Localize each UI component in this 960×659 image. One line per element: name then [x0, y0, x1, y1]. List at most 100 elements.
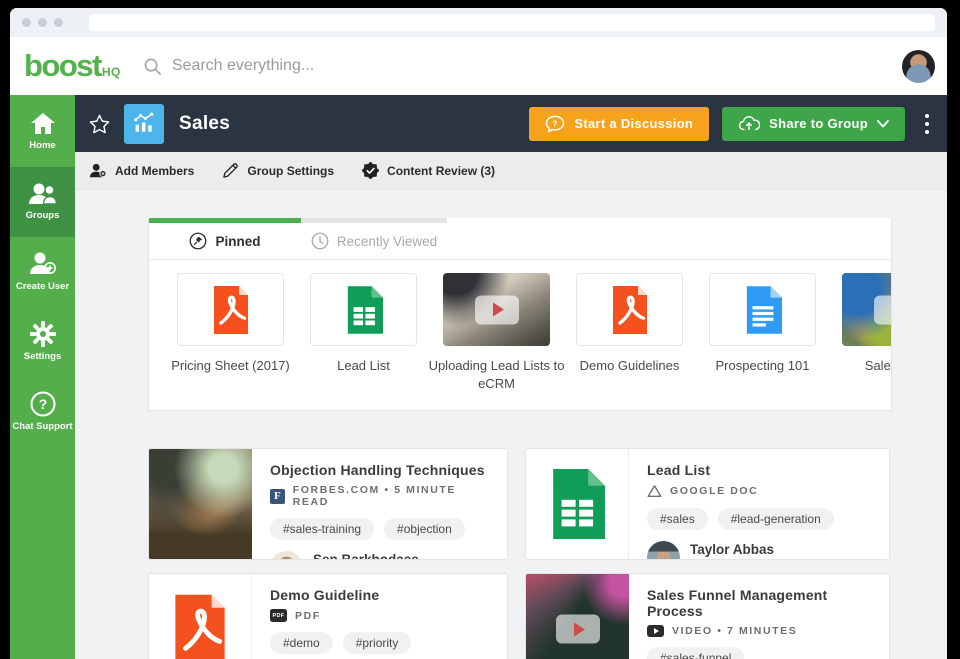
window-controls[interactable]	[22, 18, 63, 27]
sidebar-item-settings[interactable]: Settings	[10, 307, 75, 377]
author-name: Taylor Abbas	[690, 542, 774, 559]
video-thumbnail	[443, 273, 550, 346]
group-title: Sales	[179, 113, 230, 135]
pinned-item[interactable]: Salesforce	[842, 273, 892, 393]
group-content: Pinned Recently Viewed	[75, 190, 947, 659]
forbes-icon: F	[270, 489, 285, 504]
content-card[interactable]: NSUMERS & USERS Sales Funnel Management …	[525, 573, 890, 659]
group-settings-button[interactable]: Group Settings	[222, 162, 334, 179]
content-review-button[interactable]: Content Review (3)	[362, 162, 495, 179]
card-source: PDF PDF	[270, 609, 493, 622]
google-sheets-icon	[310, 273, 417, 346]
tag-pill[interactable]: #sales-training	[270, 518, 374, 540]
window-minimize-icon[interactable]	[38, 18, 47, 27]
pinned-item-label: Salesforce	[827, 357, 893, 375]
content-card[interactable]: Demo Guideline PDF PDF #demo #priority	[148, 573, 508, 659]
tag-pill[interactable]: #objection	[384, 518, 465, 540]
pinned-item[interactable]: Uploading Lead Lists to eCRM	[443, 273, 550, 393]
pinned-items-row: Pricing Sheet (2017)	[149, 260, 891, 410]
tag-pill[interactable]: #sales	[647, 508, 708, 530]
content-review-label: Content Review (3)	[387, 164, 495, 178]
author-avatar[interactable]	[647, 541, 680, 560]
share-to-group-label: Share to Group	[769, 116, 868, 131]
share-to-group-button[interactable]: Share to Group	[722, 107, 905, 141]
window-zoom-icon[interactable]	[54, 18, 63, 27]
chat-support-icon: ?	[30, 391, 56, 417]
tab-recently-viewed-label: Recently Viewed	[337, 234, 437, 249]
card-source-text: FORBES.COM • 5 MINUTE READ	[293, 484, 493, 508]
content-card[interactable]: Lead List GOOGLE DOC #sales #lead-genera…	[525, 448, 890, 560]
play-icon	[874, 295, 893, 324]
global-search	[143, 57, 902, 76]
pinned-item[interactable]: Prospecting 101	[709, 273, 816, 393]
video-thumbnail: NSUMERS & USERS	[526, 574, 629, 659]
salesforce-thumbnail	[842, 273, 892, 346]
more-options-icon[interactable]	[921, 110, 933, 138]
start-discussion-button[interactable]: ? Start a Discussion	[529, 107, 709, 141]
address-bar[interactable]	[89, 14, 935, 31]
start-discussion-label: Start a Discussion	[574, 116, 693, 131]
tab-pinned[interactable]: Pinned	[149, 232, 301, 250]
tag-pill[interactable]: #lead-generation	[718, 508, 834, 530]
user-avatar[interactable]	[902, 50, 935, 83]
article-thumbnail	[149, 449, 252, 559]
card-title: Lead List	[647, 462, 875, 478]
create-user-icon	[29, 251, 57, 277]
add-members-icon	[89, 163, 107, 178]
home-icon	[30, 112, 56, 136]
pinned-item[interactable]: Demo Guidelines	[576, 273, 683, 393]
video-badge-icon	[647, 625, 664, 637]
tag-pill[interactable]: #priority	[343, 632, 412, 654]
content-card[interactable]: Objection Handling Techniques F FORBES.C…	[148, 448, 508, 560]
search-input[interactable]	[172, 57, 472, 75]
card-source-text: GOOGLE DOC	[670, 485, 758, 497]
sidebar-item-create-user[interactable]: Create User	[10, 237, 75, 307]
clock-icon	[311, 232, 329, 250]
svg-text:?: ?	[553, 118, 559, 128]
pinned-item[interactable]: Pricing Sheet (2017)	[177, 273, 284, 393]
pinned-item-label: Demo Guidelines	[561, 357, 699, 375]
tab-recently-viewed[interactable]: Recently Viewed	[301, 232, 447, 250]
pin-icon	[189, 232, 207, 250]
pinned-item-label: Prospecting 101	[694, 357, 832, 375]
pinned-item[interactable]: Lead List	[310, 273, 417, 393]
sidebar-item-label: Home	[29, 141, 55, 151]
browser-window: boost HQ Home	[10, 8, 947, 659]
sidebar-item-groups[interactable]: Groups	[10, 167, 75, 237]
author-avatar[interactable]	[270, 551, 303, 560]
group-settings-label: Group Settings	[247, 164, 334, 178]
tab-pinned-label: Pinned	[215, 234, 260, 249]
window-close-icon[interactable]	[22, 18, 31, 27]
pinned-item-label: Uploading Lead Lists to eCRM	[428, 357, 566, 393]
card-title: Sales Funnel Management Process	[647, 587, 875, 619]
card-source: F FORBES.COM • 5 MINUTE READ	[270, 484, 493, 508]
pdf-file-icon	[576, 273, 683, 346]
tag-pill[interactable]: #sales-funnel	[647, 647, 744, 659]
sidebar-item-home[interactable]: Home	[10, 97, 75, 167]
pinned-item-label: Lead List	[295, 357, 433, 375]
add-members-label: Add Members	[115, 164, 194, 178]
add-members-button[interactable]: Add Members	[89, 163, 194, 178]
groups-icon	[28, 182, 58, 206]
content-review-seal-icon	[362, 162, 379, 179]
group-chart-icon[interactable]	[124, 104, 164, 144]
author-time: 2 hours ago	[690, 559, 774, 561]
sidebar-item-label: Create User	[16, 282, 69, 292]
sidebar-item-label: Chat Support	[12, 422, 72, 432]
chevron-down-icon	[877, 120, 889, 128]
tab-bar: Pinned Recently Viewed	[149, 218, 891, 260]
group-toolbar: Add Members Group Settings	[75, 152, 947, 190]
tag-pill[interactable]: #demo	[270, 632, 333, 654]
sidebar-item-label: Settings	[24, 352, 61, 362]
content-cards-grid: Objection Handling Techniques F FORBES.C…	[148, 448, 892, 659]
boosthq-logo[interactable]: boost HQ	[24, 48, 121, 84]
favorite-star-icon[interactable]	[89, 114, 110, 134]
pencil-icon	[222, 162, 239, 179]
sidebar-item-chat-support[interactable]: ? Chat Support	[10, 377, 75, 447]
google-drive-icon	[647, 484, 662, 498]
card-source: GOOGLE DOC	[647, 484, 875, 498]
card-source-text: PDF	[295, 610, 321, 622]
discussion-bubble-icon: ?	[545, 115, 565, 133]
search-icon	[143, 57, 162, 76]
settings-icon	[30, 321, 56, 347]
